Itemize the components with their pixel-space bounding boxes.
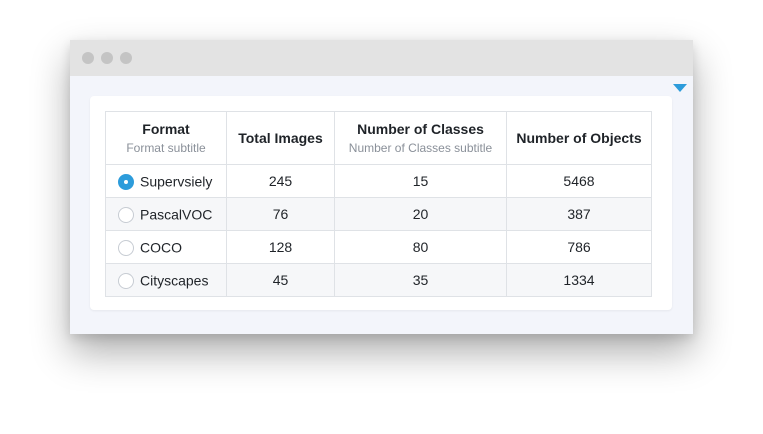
num-classes-cell: 15 <box>334 164 507 198</box>
format-radio[interactable] <box>118 272 134 289</box>
format-cell[interactable]: PascalVOC <box>105 197 227 231</box>
window-close-dot[interactable] <box>82 52 94 64</box>
window-minimize-dot[interactable] <box>101 52 113 64</box>
format-label: Cityscapes <box>140 272 209 289</box>
app-window: Format Format subtitle Total Images Numb… <box>70 40 693 334</box>
table-card: Format Format subtitle Total Images Numb… <box>90 96 672 310</box>
window-maximize-dot[interactable] <box>120 52 132 64</box>
column-title: Total Images <box>238 130 323 146</box>
table-row[interactable]: COCO 128 80 786 <box>105 230 652 264</box>
column-subtitle: Number of Classes subtitle <box>348 141 493 155</box>
total-images-cell: 45 <box>226 263 335 297</box>
num-classes-cell: 80 <box>334 230 507 264</box>
format-label: COCO <box>140 239 182 256</box>
column-header-number-of-classes: Number of Classes Number of Classes subt… <box>334 111 507 165</box>
format-radio[interactable] <box>118 239 134 256</box>
format-cell[interactable]: Supervsiely <box>105 164 227 198</box>
table-header-row: Format Format subtitle Total Images Numb… <box>105 111 652 165</box>
column-header-format: Format Format subtitle <box>105 111 227 165</box>
format-radio-selected[interactable] <box>118 173 134 190</box>
format-cell[interactable]: Cityscapes <box>105 263 227 297</box>
num-objects-cell: 1334 <box>506 263 652 297</box>
format-cell[interactable]: COCO <box>105 230 227 264</box>
column-title: Number of Classes <box>357 121 484 137</box>
column-title: Format <box>142 121 190 137</box>
total-images-cell: 245 <box>226 164 335 198</box>
table-row[interactable]: Cityscapes 45 35 1334 <box>105 263 652 297</box>
column-title: Number of Objects <box>516 130 642 146</box>
num-objects-cell: 5468 <box>506 164 652 198</box>
column-header-total-images: Total Images <box>226 111 335 165</box>
format-label: Supervsiely <box>140 173 213 190</box>
column-subtitle: Format subtitle <box>126 141 206 155</box>
num-objects-cell: 387 <box>506 197 652 231</box>
chevron-down-icon[interactable] <box>673 84 687 92</box>
num-classes-cell: 35 <box>334 263 507 297</box>
formats-table: Format Format subtitle Total Images Numb… <box>105 111 652 297</box>
num-classes-cell: 20 <box>334 197 507 231</box>
total-images-cell: 128 <box>226 230 335 264</box>
format-label: PascalVOC <box>140 206 213 223</box>
column-header-number-of-objects: Number of Objects <box>506 111 652 165</box>
window-titlebar <box>70 40 693 76</box>
num-objects-cell: 786 <box>506 230 652 264</box>
table-row[interactable]: Supervsiely 245 15 5468 <box>105 164 652 198</box>
format-radio[interactable] <box>118 206 134 223</box>
table-row[interactable]: PascalVOC 76 20 387 <box>105 197 652 231</box>
total-images-cell: 76 <box>226 197 335 231</box>
